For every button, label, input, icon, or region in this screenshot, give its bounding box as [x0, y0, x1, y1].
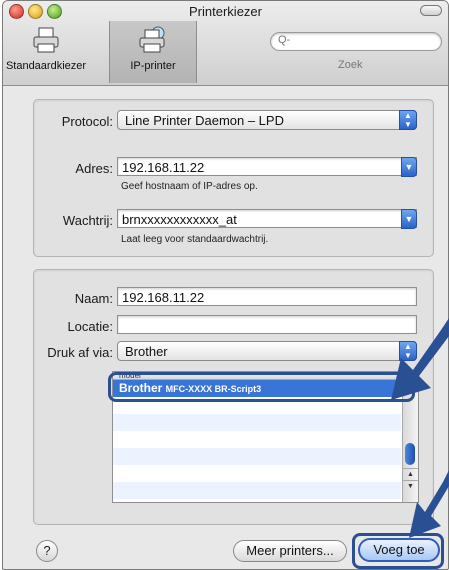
add-button[interactable]: Voeg toe — [358, 538, 440, 562]
list-item[interactable] — [113, 482, 401, 499]
protocol-value: Line Printer Daemon – LPD — [125, 113, 284, 128]
queue-field[interactable]: brnxxxxxxxxxxxx_at ▼ — [117, 209, 417, 229]
address-hint: Geef hostnaam of IP-adres op. — [121, 181, 258, 192]
address-value: 192.168.11.22 — [122, 160, 205, 175]
list-item[interactable] — [113, 414, 401, 431]
window-title: Printerkiezer — [189, 4, 262, 19]
scroll-down-arrow-icon[interactable]: ▼ — [403, 480, 418, 492]
model-column-header[interactable]: model — [113, 372, 407, 380]
location-field[interactable] — [117, 315, 417, 334]
name-field[interactable]: 192.168.11.22 — [117, 287, 417, 306]
scrollbar-thumb[interactable] — [405, 443, 415, 465]
network-printer-icon — [139, 26, 165, 53]
list-item[interactable] — [113, 397, 401, 414]
address-label: Adres: — [75, 161, 113, 176]
location-label: Locatie: — [67, 319, 113, 334]
search-icon: Q- — [278, 34, 291, 46]
queue-history-arrow-icon[interactable]: ▼ — [401, 209, 417, 229]
scroll-up-arrow-icon[interactable]: ▲ — [403, 468, 418, 480]
address-history-arrow-icon[interactable]: ▼ — [401, 157, 417, 177]
printer-browser-window: Printerkiezer Standaardkiezer IP-printer… — [2, 0, 449, 570]
tab-ip-label: IP-printer — [130, 60, 176, 72]
name-label: Naam: — [74, 291, 113, 306]
help-button[interactable]: ? — [36, 540, 58, 562]
print-via-value: Brother — [125, 344, 168, 359]
address-field[interactable]: 192.168.11.22 ▼ — [117, 157, 417, 177]
list-item-selected-model[interactable]: Brother MFC-XXXX BR-Script3 — [113, 380, 401, 397]
queue-value: brnxxxxxxxxxxxx_at — [122, 212, 237, 227]
printer-model-list[interactable]: model Brother MFC-XXXX BR-Script3 ▲ ▼ — [112, 371, 419, 503]
queue-hint: Laat leeg voor standaardwachtrij. — [121, 234, 269, 245]
printer-icon — [33, 27, 59, 53]
popup-updown-arrows-icon: ▲ ▼ — [399, 110, 417, 130]
toolbar-toggle-button[interactable] — [420, 5, 442, 16]
tab-default-label: Standaardkiezer — [5, 60, 87, 72]
print-via-label: Druk af via: — [47, 345, 113, 360]
protocol-popup[interactable]: Line Printer Daemon – LPD ▲ ▼ — [117, 110, 417, 130]
tab-ip-printer[interactable]: IP-printer — [109, 21, 197, 83]
queue-label: Wachtrij: — [62, 213, 113, 228]
search-input[interactable]: Q- — [270, 32, 442, 51]
list-scrollbar[interactable]: ▲ ▼ — [402, 372, 418, 502]
protocol-label: Protocol: — [61, 114, 113, 129]
selected-model-name: MFC-XXXX BR-Script3 — [165, 384, 262, 394]
tab-default-browser[interactable]: Standaardkiezer — [3, 21, 89, 83]
more-printers-button[interactable]: Meer printers... — [233, 540, 347, 562]
name-value: 192.168.11.22 — [122, 290, 205, 305]
selected-model-brand: Brother — [119, 381, 166, 395]
list-item[interactable] — [113, 448, 401, 465]
titlebar: Printerkiezer Standaardkiezer IP-printer… — [3, 1, 448, 86]
search-label: Zoek — [338, 59, 363, 71]
print-via-popup[interactable]: Brother ▲ ▼ — [117, 341, 417, 361]
list-item[interactable] — [113, 431, 401, 448]
list-item[interactable] — [113, 465, 401, 482]
popup-updown-arrows-icon: ▲ ▼ — [399, 341, 417, 361]
